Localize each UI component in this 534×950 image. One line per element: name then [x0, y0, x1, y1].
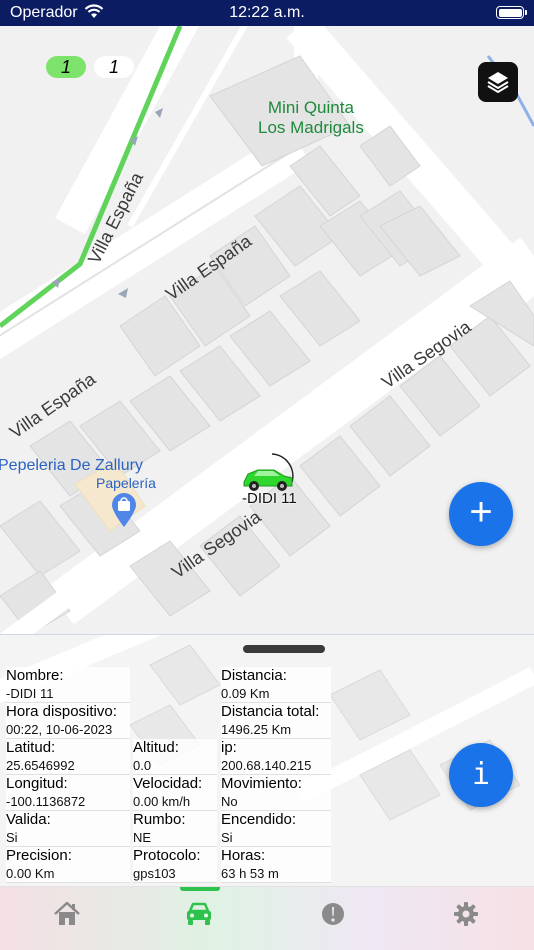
alert-icon: [322, 903, 344, 925]
home-icon: [54, 901, 80, 925]
info-label: Encendido:: [221, 811, 297, 828]
info-velocidad: Velocidad: 0.00 km/h: [133, 775, 217, 811]
info-distancia: Distancia: 0.09 Km: [221, 667, 331, 703]
nav-settings[interactable]: [451, 899, 481, 929]
info-label: Movimiento:: [221, 775, 302, 792]
nav-alerts[interactable]: [318, 899, 348, 929]
info-value: No: [221, 794, 238, 809]
info-label: Hora dispositivo:: [6, 703, 117, 720]
sheet-drag-handle[interactable]: [243, 645, 325, 653]
info-movimiento: Movimiento: No: [221, 775, 331, 811]
info-value: 63 h 53 m: [221, 866, 279, 881]
info-label: Rumbo:: [133, 811, 186, 828]
info-label: Distancia total:: [221, 703, 320, 720]
nav-active-indicator: [180, 887, 220, 891]
poi-papeleria-sublabel: Papelería: [96, 475, 156, 491]
nav-vehicles[interactable]: [184, 899, 214, 929]
info-latitud: Latitud: 25.6546992: [6, 739, 130, 775]
info-value: Si: [221, 830, 233, 845]
info-value: NE: [133, 830, 152, 845]
status-bar: Operador 12:22 a.m.: [0, 0, 534, 26]
info-value: 0.00 km/h: [133, 794, 191, 809]
info-value: -DIDI 11: [6, 686, 54, 701]
info-label: Latitud:: [6, 739, 56, 756]
poi-mini-quinta-label: Mini Quinta Los Madrigals: [258, 98, 364, 137]
info-hora-dispositivo: Hora dispositivo: 00:22, 10-06-2023: [6, 703, 130, 739]
info-label: Altitud:: [133, 739, 179, 756]
info-button[interactable]: i: [449, 743, 513, 807]
add-button[interactable]: +: [449, 482, 513, 546]
info-value: gps103: [133, 866, 176, 881]
info-label: Valida:: [6, 811, 51, 828]
info-precision: Precision: 0.00 Km: [6, 847, 130, 883]
car-icon: [187, 902, 211, 925]
info-value: 0.0: [133, 758, 152, 773]
layers-icon: [487, 72, 509, 94]
info-value: 00:22, 10-06-2023: [6, 722, 113, 737]
info-label: Distancia:: [221, 667, 287, 684]
info-ip: ip: 200.68.140.215: [221, 739, 331, 775]
info-value: 0.00 Km: [6, 866, 55, 881]
battery-icon: [496, 6, 527, 19]
info-value: 25.6546992: [6, 758, 75, 773]
map-layers-button[interactable]: [478, 62, 518, 102]
info-valida: Valida: Si: [6, 811, 130, 847]
info-protocolo: Protocolo: gps103: [133, 847, 217, 883]
info-altitud: Altitud: 0.0: [133, 739, 217, 775]
map-view[interactable]: Villa España Villa España Villa España V…: [0, 26, 534, 634]
info-longitud: Longitud: -100.1136872: [6, 775, 130, 811]
gear-icon: [454, 902, 478, 926]
info-value: 200.68.140.215: [221, 758, 312, 773]
info-nombre: Nombre: -DIDI 11: [6, 667, 130, 703]
info-label: ip:: [221, 739, 237, 756]
counter-badge-online[interactable]: 1: [46, 56, 86, 78]
bottom-navigation: [0, 886, 534, 950]
info-distancia-total: Distancia total: 1496.25 Km: [221, 703, 331, 739]
info-encendido: Encendido: Si: [221, 811, 331, 847]
info-label: Precision:: [6, 847, 72, 864]
info-rumbo: Rumbo: NE: [133, 811, 217, 847]
nav-home[interactable]: [52, 899, 82, 929]
clock: 12:22 a.m.: [229, 4, 305, 21]
vehicle-label: -DIDI 11: [242, 490, 297, 507]
counter-badge-total[interactable]: 1: [94, 56, 134, 78]
info-label: Longitud:: [6, 775, 68, 792]
info-value: 0.09 Km: [221, 686, 270, 701]
info-label: Protocolo:: [133, 847, 201, 864]
info-value: 1496.25 Km: [221, 722, 292, 737]
info-value: -100.1136872: [6, 794, 86, 809]
poi-mini-quinta[interactable]: Mini Quinta Los Madrigals: [258, 98, 364, 138]
info-label: Nombre:: [6, 667, 64, 684]
map-pin-icon[interactable]: [110, 492, 138, 533]
info-value: Si: [6, 830, 18, 845]
info-horas: Horas: 63 h 53 m: [221, 847, 331, 883]
info-label: Velocidad:: [133, 775, 203, 792]
info-label: Horas:: [221, 847, 266, 864]
poi-papeleria-label[interactable]: Pepeleria De Zallury: [0, 457, 143, 475]
